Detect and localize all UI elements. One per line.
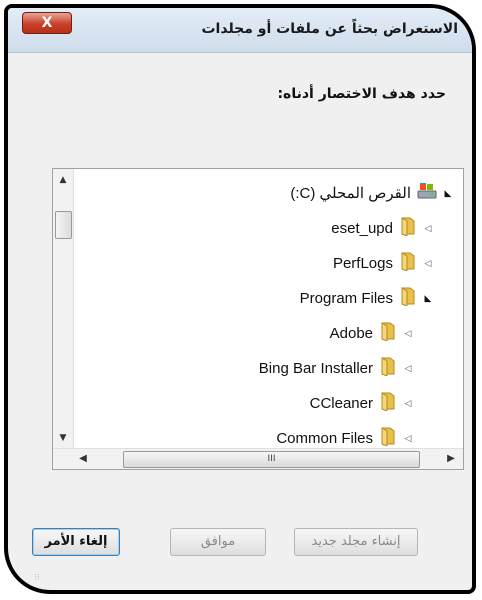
expand-arrow-icon[interactable]: ◁ xyxy=(401,433,415,444)
horizontal-scrollbar[interactable]: ◀ III ▶ xyxy=(53,448,463,469)
tree-item-label: PerfLogs xyxy=(332,254,393,272)
tree-item[interactable]: ◣ Program Files xyxy=(300,284,435,312)
tree-item-label: Program Files xyxy=(299,289,393,307)
expand-arrow-icon[interactable]: ◁ xyxy=(401,328,415,339)
folder-icon xyxy=(379,356,397,380)
tree-item-label: Common Files xyxy=(276,429,373,447)
title-bar[interactable]: الاستعراض بحثاً عن ملفات أو مجلدات X xyxy=(8,8,472,53)
expand-arrow-icon[interactable]: ◁ xyxy=(401,363,415,374)
vertical-scrollbar[interactable]: ▲ ▼ xyxy=(53,169,74,449)
scroll-up-icon[interactable]: ▲ xyxy=(53,171,73,189)
tree-item[interactable]: ◁ Common Files xyxy=(276,424,415,449)
tree-item[interactable]: ◁ Bing Bar Installer xyxy=(259,354,415,382)
collapse-arrow-icon[interactable]: ◣ xyxy=(421,293,435,304)
resize-grip-icon[interactable]: ⁝⁝ xyxy=(34,573,40,583)
drive-icon xyxy=(417,182,437,204)
folder-icon xyxy=(399,216,417,240)
scroll-down-icon[interactable]: ▼ xyxy=(53,429,73,447)
folder-icon xyxy=(399,251,417,275)
folder-icon xyxy=(379,321,397,345)
expand-arrow-icon[interactable]: ◁ xyxy=(421,223,435,234)
vertical-scroll-thumb[interactable] xyxy=(55,211,72,239)
ok-button[interactable]: موافق xyxy=(170,528,266,556)
tree-item[interactable]: ◁ PerfLogs xyxy=(333,249,435,277)
folder-icon xyxy=(379,391,397,415)
scroll-right-icon[interactable]: ▶ xyxy=(441,449,461,469)
tree-item-label: Adobe xyxy=(329,324,373,342)
expand-arrow-icon[interactable]: ◁ xyxy=(401,398,415,409)
tree-item[interactable]: ◁ eset_upd xyxy=(331,214,435,242)
collapse-arrow-icon[interactable]: ◣ xyxy=(441,188,455,199)
tree-item[interactable]: ◁ CCleaner xyxy=(310,389,415,417)
folder-tree[interactable]: ▲ ▼ ◣ القرص المحلي (C:) ◁ eset_upd ◁ PerfLogs… xyxy=(52,168,464,470)
folder-icon xyxy=(399,286,417,310)
tree-item-label: Bing Bar Installer xyxy=(258,359,373,377)
folder-icon xyxy=(379,426,397,449)
tree-item-label: CCleaner xyxy=(309,394,373,412)
window-title: الاستعراض بحثاً عن ملفات أو مجلدات xyxy=(201,21,458,37)
expand-arrow-icon[interactable]: ◁ xyxy=(421,258,435,269)
tree-item-label: eset_upd xyxy=(331,219,393,237)
tree-item[interactable]: ◣ القرص المحلي (C:) xyxy=(290,179,455,207)
tree-rows: ◣ القرص المحلي (C:) ◁ eset_upd ◁ PerfLogs ◣ Pro… xyxy=(73,169,463,449)
tree-item-label: القرص المحلي (C:) xyxy=(290,185,411,202)
cancel-button[interactable]: إلغاء الأمر xyxy=(32,528,120,556)
scroll-left-icon[interactable]: ◀ xyxy=(73,449,93,469)
horizontal-scroll-thumb[interactable]: III xyxy=(123,451,420,468)
new-folder-button[interactable]: إنشاء مجلد جديد xyxy=(294,528,418,556)
tree-item[interactable]: ◁ Adobe xyxy=(330,319,415,347)
dialog-window: الاستعراض بحثاً عن ملفات أو مجلدات X حدد… xyxy=(4,4,476,594)
close-button[interactable]: X xyxy=(22,12,72,34)
instruction-text: حدد هدف الاختصار أدناه: xyxy=(277,86,446,102)
